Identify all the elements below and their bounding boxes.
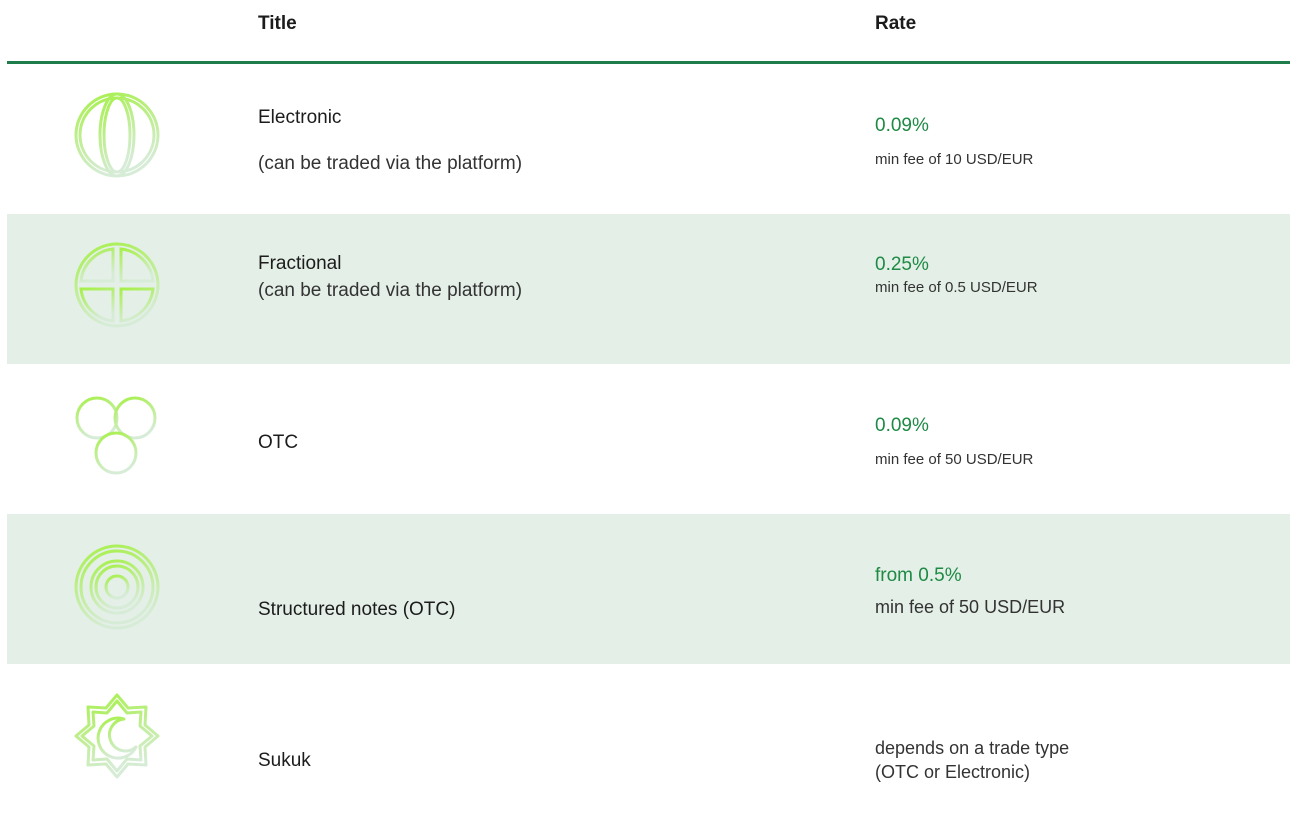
row-min-fee: min fee of 10 USD/EUR [875, 151, 1034, 168]
globe-icon [74, 92, 160, 178]
target-icon [74, 544, 160, 630]
row-min-fee: min fee of 50 USD/EUR [875, 451, 1034, 468]
column-header-title: Title [258, 13, 297, 34]
row-subtitle: (can be traded via the platform) [258, 280, 523, 301]
row-title: Electronic [258, 107, 342, 128]
row-note-line-2: (OTC or Electronic) [875, 762, 1031, 782]
table-row-electronic: Electronic (can be traded via the platfo… [7, 64, 1290, 214]
row-min-fee: min fee of 0.5 USD/EUR [875, 279, 1038, 296]
table-row-fractional: Fractional (can be traded via the platfo… [7, 214, 1290, 364]
row-subtitle: (can be traded via the platform) [258, 153, 523, 174]
table-row-structured-notes: Structured notes (OTC) from 0.5% min fee… [7, 514, 1290, 664]
row-title: Fractional [258, 253, 342, 274]
three-circles-icon [75, 396, 157, 475]
row-title: Sukuk [258, 750, 311, 771]
table-row-sukuk: Sukuk depends on a trade type (OTC or El… [7, 664, 1290, 814]
column-header-rate: Rate [875, 13, 917, 34]
row-rate: 0.25% [875, 254, 929, 275]
fraction-circle-icon [74, 242, 160, 328]
trading-fees-table: Title Rate Electronic (can be traded via… [7, 0, 1290, 782]
row-rate: 0.09% [875, 415, 929, 436]
row-title: OTC [258, 432, 299, 453]
table-header: Title Rate [7, 0, 1290, 64]
crescent-star-icon [74, 693, 160, 779]
row-rate: from 0.5% [875, 565, 962, 586]
row-min-fee: min fee of 50 USD/EUR [875, 597, 1066, 617]
table-row-otc: OTC 0.09% min fee of 50 USD/EUR [7, 364, 1290, 514]
row-title: Structured notes (OTC) [258, 599, 456, 620]
row-note-line-1: depends on a trade type [875, 738, 1070, 758]
row-rate: 0.09% [875, 115, 929, 136]
